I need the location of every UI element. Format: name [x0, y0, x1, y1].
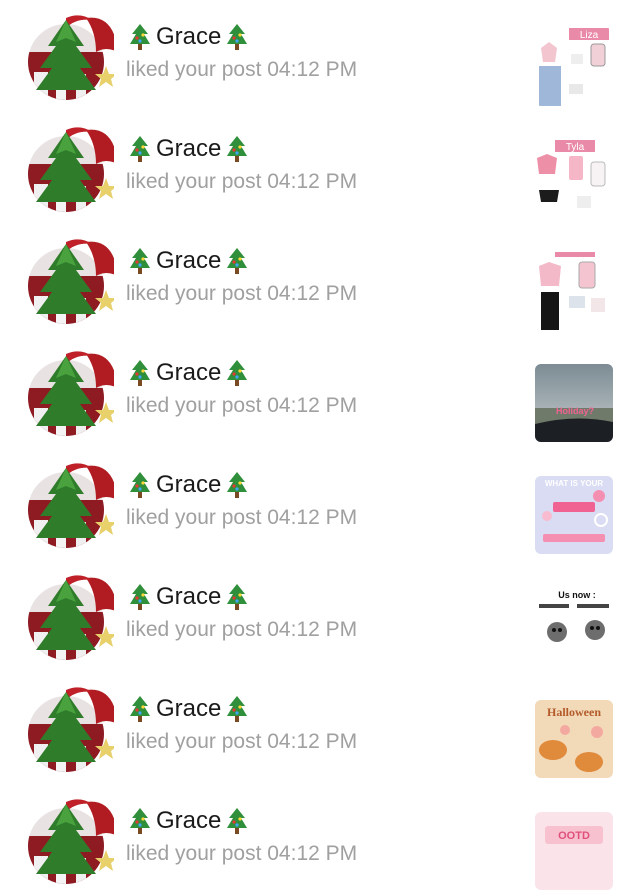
christmas-tree-icon: [128, 582, 152, 612]
activity-text: liked your post 04:12 PM: [126, 730, 357, 754]
action-text: liked your post: [126, 170, 262, 193]
timestamp: 04:12 PM: [267, 730, 358, 753]
notification-row[interactable]: Grace liked your post 04:12 PM WHAT IS Y…: [0, 448, 640, 560]
post-thumbnail[interactable]: OOTD: [535, 812, 613, 890]
action-text: liked your post: [126, 618, 262, 641]
username-text: Grace: [156, 695, 222, 722]
action-text: liked your post: [126, 842, 262, 865]
timestamp: 04:12 PM: [267, 394, 358, 417]
action-text: liked your post: [126, 394, 262, 417]
username[interactable]: Grace: [128, 132, 249, 166]
thumbnail-label: Halloween: [547, 705, 601, 719]
christmas-tree-icon: [128, 694, 152, 724]
username[interactable]: Grace: [128, 468, 249, 502]
notification-row[interactable]: Grace liked your post 04:12 PM Halloween: [0, 672, 640, 784]
avatar[interactable]: [26, 348, 118, 436]
username-text: Grace: [156, 807, 222, 834]
thumbnail-label: Liza: [580, 30, 599, 41]
notification-row[interactable]: Grace liked your post 04:12 PM Us now :: [0, 560, 640, 672]
username[interactable]: Grace: [128, 580, 249, 614]
thumbnail-label: Holiday?: [556, 406, 594, 416]
timestamp: 04:12 PM: [267, 58, 358, 81]
post-thumbnail[interactable]: WHAT IS YOUR: [535, 476, 613, 554]
timestamp: 04:12 PM: [267, 506, 358, 529]
username-text: Grace: [156, 359, 222, 386]
christmas-tree-icon: [225, 246, 249, 276]
post-thumbnail[interactable]: Tyla: [535, 140, 613, 218]
notification-row[interactable]: Grace liked your post 04:12 PM Tyla: [0, 112, 640, 224]
christmas-tree-icon: [225, 358, 249, 388]
activity-text: liked your post 04:12 PM: [126, 282, 357, 306]
activity-text: liked your post 04:12 PM: [126, 506, 357, 530]
username[interactable]: Grace: [128, 804, 249, 838]
action-text: liked your post: [126, 506, 262, 529]
christmas-tree-icon: [128, 806, 152, 836]
post-thumbnail[interactable]: Holiday?: [535, 364, 613, 442]
username[interactable]: Grace: [128, 244, 249, 278]
christmas-tree-icon: [128, 134, 152, 164]
christmas-tree-icon: [225, 582, 249, 612]
notification-row[interactable]: Grace liked your post 04:12 PM Holiday?: [0, 336, 640, 448]
username[interactable]: Grace: [128, 20, 249, 54]
avatar[interactable]: [26, 236, 118, 324]
timestamp: 04:12 PM: [267, 282, 358, 305]
activity-text: liked your post 04:12 PM: [126, 394, 357, 418]
avatar[interactable]: [26, 12, 118, 100]
thumbnail-label: WHAT IS YOUR: [545, 479, 604, 488]
thumbnail-label: Tyla: [566, 142, 585, 153]
christmas-tree-icon: [225, 470, 249, 500]
christmas-tree-icon: [128, 470, 152, 500]
christmas-tree-icon: [225, 806, 249, 836]
username-text: Grace: [156, 247, 222, 274]
notification-row[interactable]: Grace liked your post 04:12 PM OOTD: [0, 784, 640, 896]
notification-row[interactable]: Grace liked your post 04:12 PM: [0, 224, 640, 336]
thumbnail-label: OOTD: [558, 830, 590, 842]
timestamp: 04:12 PM: [267, 618, 358, 641]
post-thumbnail[interactable]: Liza: [535, 28, 613, 106]
post-thumbnail[interactable]: Halloween: [535, 700, 613, 778]
timestamp: 04:12 PM: [267, 170, 358, 193]
username[interactable]: Grace: [128, 356, 249, 390]
username[interactable]: Grace: [128, 692, 249, 726]
christmas-tree-icon: [225, 694, 249, 724]
christmas-tree-icon: [128, 22, 152, 52]
activity-text: liked your post 04:12 PM: [126, 170, 357, 194]
activity-text: liked your post 04:12 PM: [126, 618, 357, 642]
action-text: liked your post: [126, 58, 262, 81]
avatar[interactable]: [26, 572, 118, 660]
post-thumbnail[interactable]: Us now :: [535, 588, 613, 666]
username-text: Grace: [156, 23, 222, 50]
username-text: Grace: [156, 135, 222, 162]
action-text: liked your post: [126, 282, 262, 305]
activity-text: liked your post 04:12 PM: [126, 842, 357, 866]
activity-text: liked your post 04:12 PM: [126, 58, 357, 82]
christmas-tree-icon: [128, 358, 152, 388]
christmas-tree-icon: [225, 22, 249, 52]
notification-row[interactable]: Grace liked your post 04:12 PM Liza: [0, 0, 640, 112]
christmas-tree-icon: [225, 134, 249, 164]
avatar[interactable]: [26, 796, 118, 884]
christmas-tree-icon: [128, 246, 152, 276]
thumbnail-label: Us now :: [558, 590, 596, 600]
post-thumbnail[interactable]: [535, 252, 613, 330]
username-text: Grace: [156, 583, 222, 610]
avatar[interactable]: [26, 684, 118, 772]
action-text: liked your post: [126, 730, 262, 753]
avatar[interactable]: [26, 124, 118, 212]
timestamp: 04:12 PM: [267, 842, 358, 865]
avatar[interactable]: [26, 460, 118, 548]
username-text: Grace: [156, 471, 222, 498]
